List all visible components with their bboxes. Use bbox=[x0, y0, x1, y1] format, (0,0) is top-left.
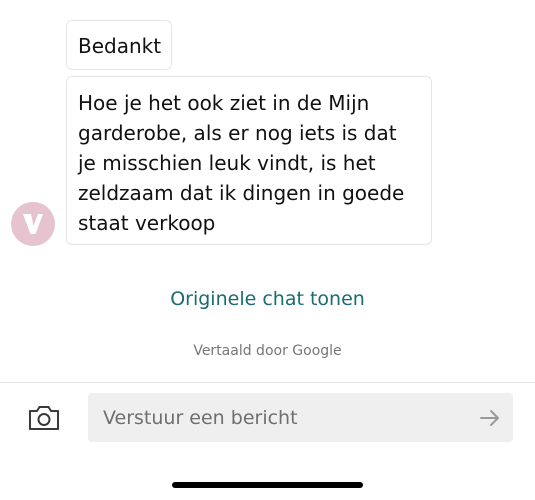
message-input[interactable] bbox=[88, 393, 468, 442]
chat-screen: Bedankt Hoe je het ook ziet in de Mijn g… bbox=[0, 0, 535, 500]
arrow-right-icon bbox=[480, 410, 499, 426]
message-bubble: Bedankt bbox=[66, 20, 172, 70]
translation-attribution: Vertaald door Google bbox=[193, 343, 342, 359]
divider bbox=[0, 382, 535, 383]
message-text: Bedankt bbox=[78, 34, 162, 58]
camera-icon bbox=[29, 406, 59, 430]
vinted-v-logo-icon bbox=[23, 214, 43, 234]
show-original-chat-link[interactable]: Originele chat tonen bbox=[0, 286, 535, 312]
avatar[interactable] bbox=[11, 202, 55, 246]
message-text: Hoe je het ook ziet in de Mijn garderobe… bbox=[78, 91, 405, 235]
home-indicator bbox=[172, 482, 363, 488]
send-button[interactable] bbox=[477, 405, 503, 431]
message-bubble: Hoe je het ook ziet in de Mijn garderobe… bbox=[66, 76, 432, 245]
message-composer bbox=[88, 393, 513, 442]
camera-button[interactable] bbox=[26, 402, 62, 434]
